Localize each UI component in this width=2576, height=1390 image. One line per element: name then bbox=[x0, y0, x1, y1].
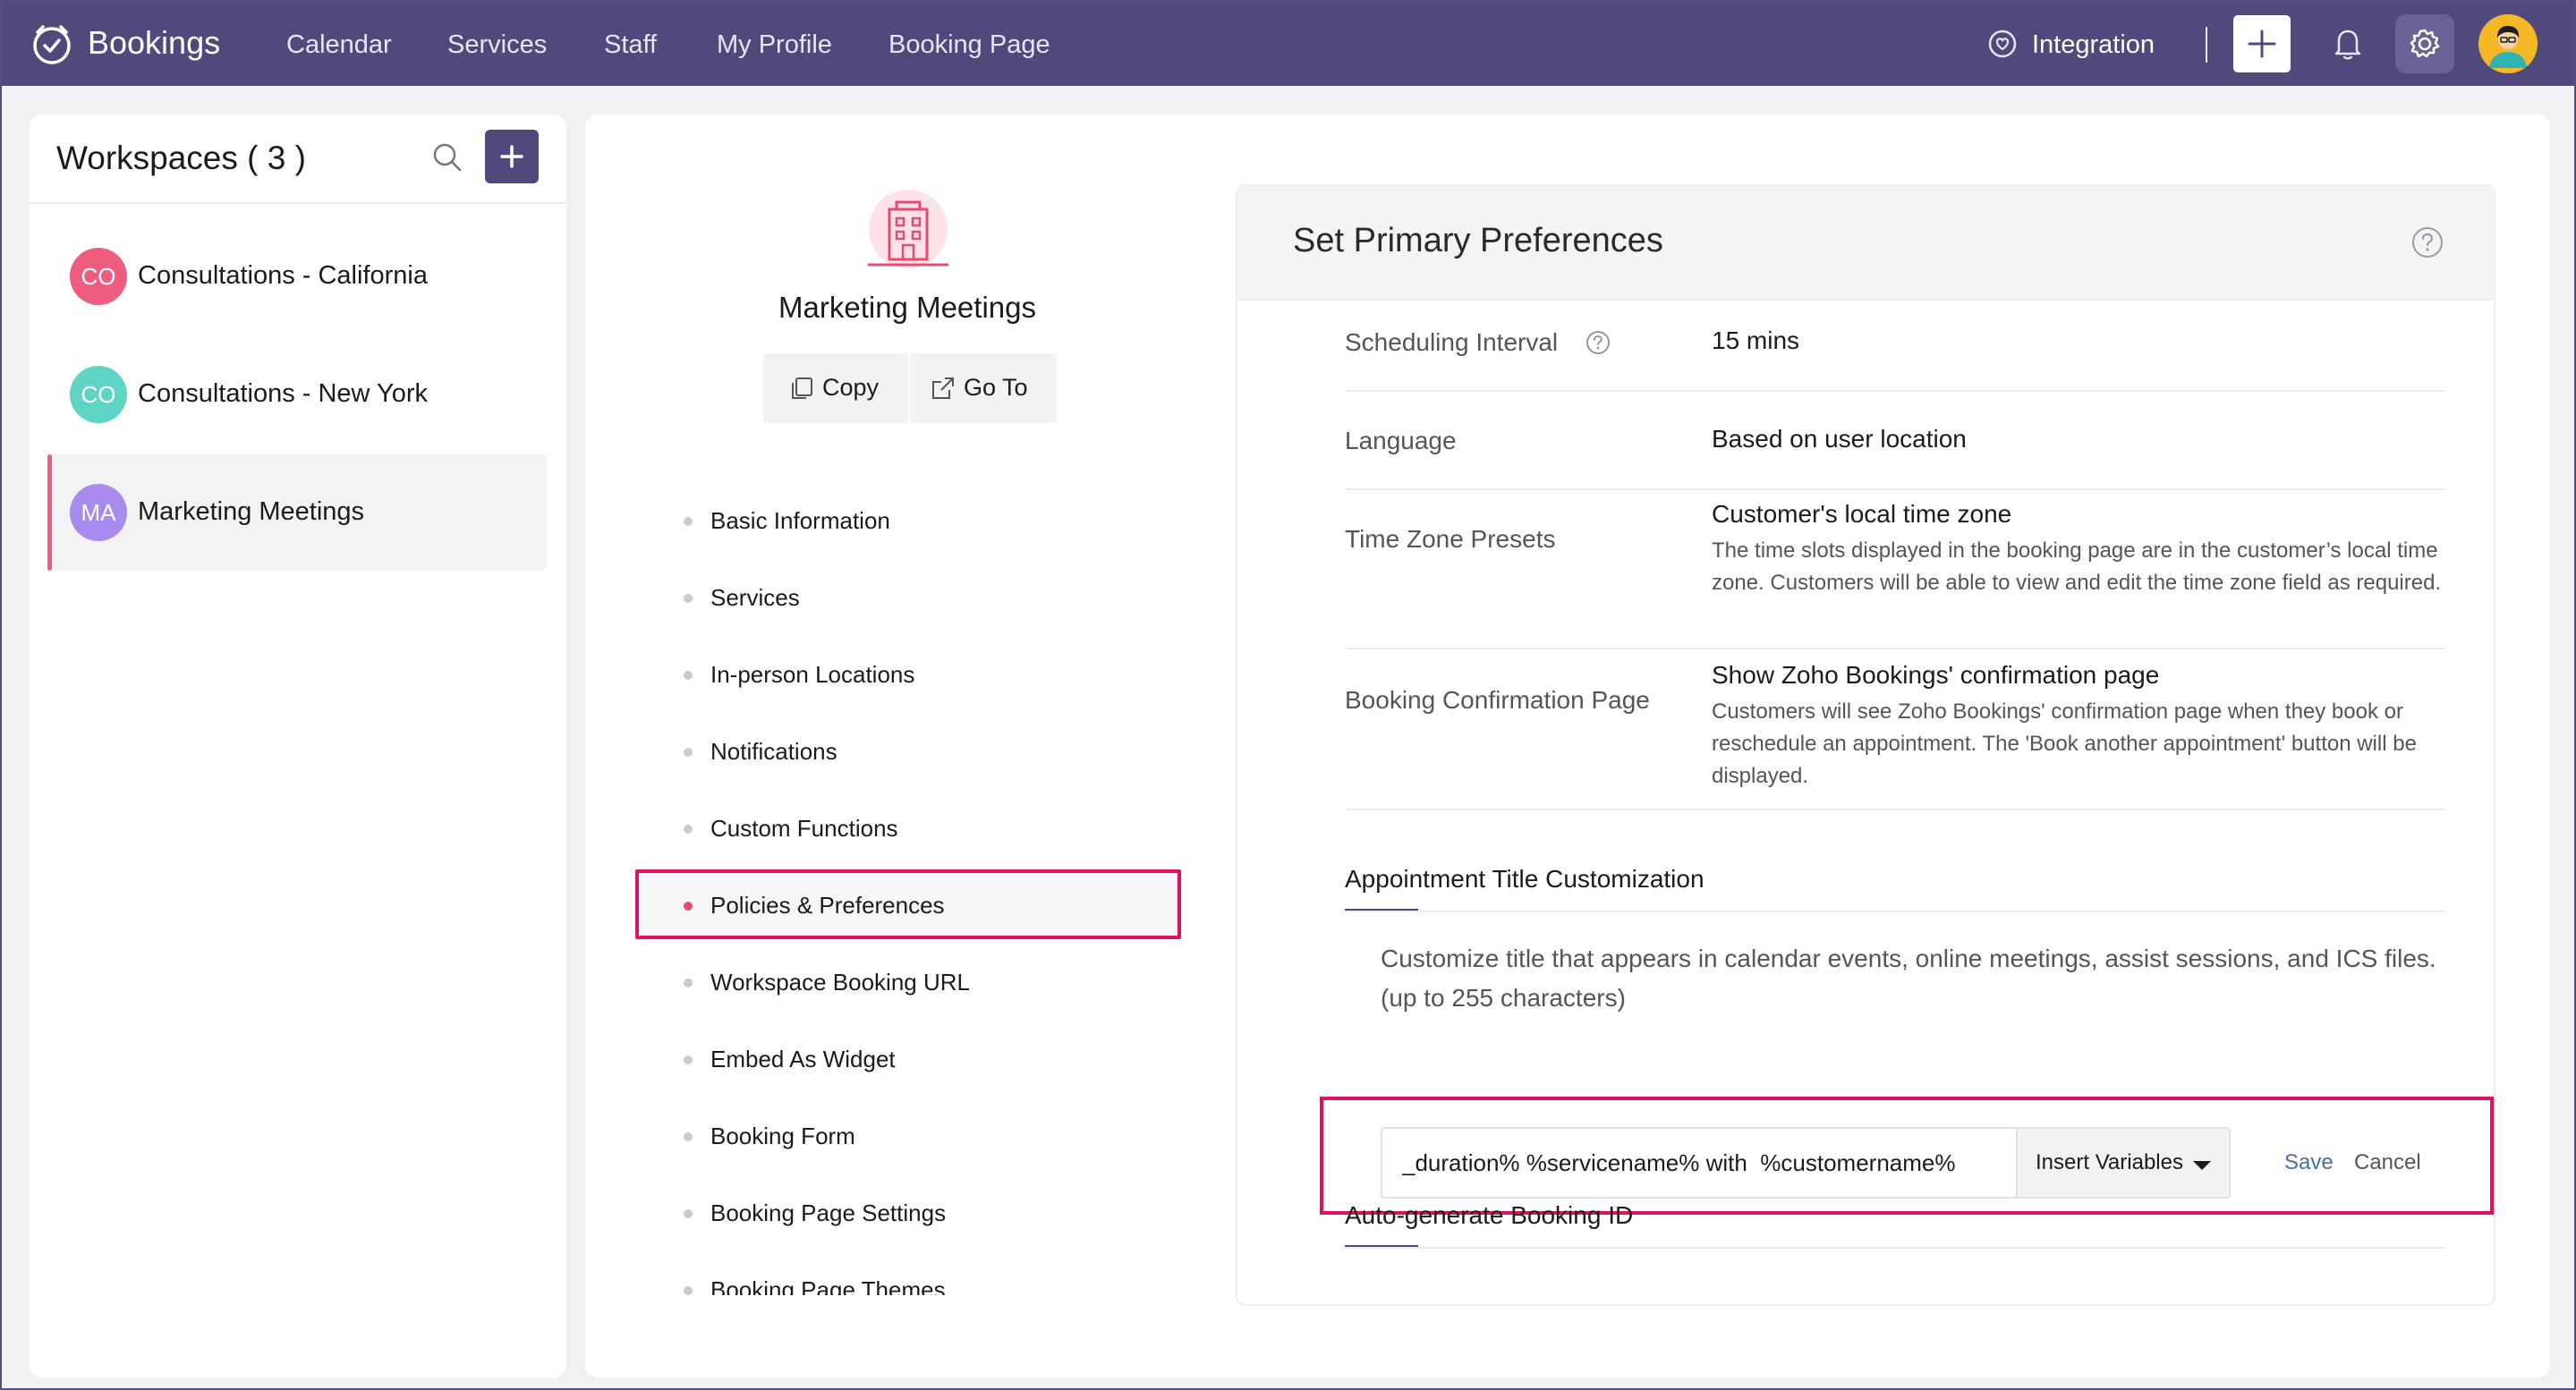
external-link-icon bbox=[932, 377, 954, 399]
bullet-icon bbox=[684, 825, 693, 834]
card-header: Set Primary Preferences bbox=[1237, 186, 2494, 299]
booking-confirmation-page-description: Customers will see Zoho Bookings' confir… bbox=[1712, 699, 2417, 788]
copy-button[interactable]: Copy bbox=[763, 353, 908, 423]
building-icon bbox=[868, 190, 948, 268]
workspace-item-consultations-new-york[interactable]: CO Consultations - New York bbox=[49, 336, 547, 453]
row-divider bbox=[1345, 648, 2445, 649]
user-avatar[interactable] bbox=[2478, 14, 2538, 73]
appointment-title-heading: Appointment Title Customization bbox=[1345, 865, 1705, 893]
menu-label: Booking Page Settings bbox=[710, 1199, 947, 1226]
card-title: Set Primary Preferences bbox=[1293, 222, 1663, 259]
help-icon[interactable] bbox=[1585, 329, 1611, 356]
nav-separator bbox=[2206, 27, 2207, 63]
menu-label: Services bbox=[710, 584, 800, 611]
panel-divider bbox=[30, 202, 566, 204]
scheduling-interval-label: Scheduling Interval bbox=[1345, 328, 1559, 356]
app-window: Bookings Calendar Services Staff My Prof… bbox=[0, 0, 2576, 1390]
time-zone-presets-description: The time slots displayed in the booking … bbox=[1712, 538, 2442, 595]
create-new-button[interactable] bbox=[2233, 15, 2291, 72]
nav-my-profile[interactable]: My Profile bbox=[717, 29, 832, 61]
menu-label: Embed As Widget bbox=[710, 1046, 896, 1072]
row-divider bbox=[1345, 390, 2445, 392]
workspace-item-marketing-meetings[interactable]: MA Marketing Meetings bbox=[47, 454, 547, 571]
workspace-badge: MA bbox=[70, 484, 127, 541]
save-button[interactable]: Save bbox=[2284, 1147, 2334, 1179]
bullet-icon bbox=[684, 594, 693, 603]
top-navigation-bar: Bookings Calendar Services Staff My Prof… bbox=[2, 2, 2574, 86]
workspace-name: Consultations - New York bbox=[138, 379, 428, 408]
insert-variables-dropdown[interactable]: Insert Variables bbox=[2016, 1127, 2231, 1199]
plus-icon bbox=[500, 145, 523, 168]
section-divider bbox=[1345, 1247, 2445, 1249]
go-to-button[interactable]: Go To bbox=[910, 353, 1057, 423]
menu-label: Booking Form bbox=[710, 1123, 855, 1149]
active-indicator bbox=[47, 454, 52, 571]
integration-icon[interactable] bbox=[1987, 29, 2018, 59]
bullet-icon bbox=[684, 979, 693, 987]
brand-name[interactable]: Bookings bbox=[88, 23, 220, 63]
insert-variables-label: Insert Variables bbox=[2036, 1150, 2183, 1174]
bookings-logo-icon[interactable] bbox=[29, 21, 75, 67]
add-workspace-button[interactable] bbox=[485, 130, 539, 183]
bell-icon[interactable] bbox=[2332, 26, 2364, 62]
workspace-badge: CO bbox=[70, 248, 127, 305]
caret-down-icon bbox=[2193, 1161, 2211, 1170]
workspaces-panel: Workspaces ( 3 ) CO Consultations - Cali… bbox=[30, 114, 566, 1377]
card-header-divider bbox=[1237, 299, 2494, 301]
workspace-name: Consultations - California bbox=[138, 261, 428, 290]
scheduling-interval-value[interactable]: 15 mins bbox=[1712, 324, 1799, 358]
help-icon[interactable] bbox=[2410, 225, 2444, 259]
bullet-icon bbox=[684, 1132, 693, 1141]
menu-label: Policies & Preferences bbox=[710, 892, 945, 919]
menu-label: Basic Information bbox=[710, 507, 890, 534]
bullet-icon bbox=[684, 1286, 693, 1295]
workspace-item-consultations-california[interactable]: CO Consultations - California bbox=[49, 218, 547, 335]
appointment-title-description: Customize title that appears in calendar… bbox=[1381, 945, 2436, 1012]
section-divider bbox=[1345, 911, 2445, 912]
row-divider bbox=[1345, 809, 2445, 810]
menu-label: Custom Functions bbox=[710, 815, 898, 842]
nav-staff[interactable]: Staff bbox=[604, 29, 657, 61]
time-zone-presets-label: Time Zone Presets bbox=[1345, 525, 1556, 553]
bullet-icon bbox=[684, 1055, 693, 1064]
copy-icon bbox=[792, 377, 812, 399]
booking-confirmation-page-value[interactable]: Show Zoho Bookings' confirmation page bbox=[1712, 658, 2159, 692]
search-icon[interactable] bbox=[429, 140, 465, 175]
nav-booking-page[interactable]: Booking Page bbox=[888, 29, 1050, 61]
workspace-actions: Copy Go To bbox=[763, 353, 1057, 423]
bullet-icon bbox=[684, 902, 693, 911]
menu-label: Workspace Booking URL bbox=[710, 969, 970, 996]
menu-label: In-person Locations bbox=[710, 661, 915, 688]
row-divider bbox=[1345, 488, 2445, 490]
workspace-settings-panel: Marketing Meetings Copy Go To Basic Info… bbox=[585, 114, 2550, 1377]
workspace-heading: Marketing Meetings bbox=[778, 291, 1036, 324]
user-avatar-icon bbox=[2480, 16, 2536, 72]
integration-link[interactable]: Integration bbox=[2032, 29, 2155, 61]
go-to-button-label: Go To bbox=[964, 374, 1028, 401]
language-label: Language bbox=[1345, 427, 1457, 454]
primary-preferences-card: Set Primary Preferences Scheduling Inter… bbox=[1236, 184, 2495, 1306]
settings-button[interactable] bbox=[2395, 14, 2454, 73]
gear-icon bbox=[2410, 29, 2440, 58]
copy-button-label: Copy bbox=[822, 374, 880, 401]
menu-scroll-clip bbox=[621, 1295, 1194, 1349]
time-zone-presets-value[interactable]: Customer's local time zone bbox=[1712, 497, 2011, 531]
booking-id-heading: Auto-generate Booking ID bbox=[1345, 1201, 1634, 1229]
bullet-icon bbox=[684, 671, 693, 680]
workspace-badge: CO bbox=[70, 366, 127, 423]
bullet-icon bbox=[684, 748, 693, 757]
bullet-icon bbox=[684, 517, 693, 526]
appointment-title-input[interactable] bbox=[1381, 1127, 2016, 1199]
bullet-icon bbox=[684, 1209, 693, 1218]
nav-services[interactable]: Services bbox=[447, 29, 547, 61]
workspace-name: Marketing Meetings bbox=[138, 497, 365, 526]
workspaces-title: Workspaces ( 3 ) bbox=[56, 140, 306, 176]
cancel-button[interactable]: Cancel bbox=[2354, 1147, 2421, 1179]
booking-confirmation-page-label: Booking Confirmation Page bbox=[1345, 686, 1650, 714]
language-value[interactable]: Based on user location bbox=[1712, 422, 1967, 456]
menu-label: Notifications bbox=[710, 738, 837, 765]
nav-calendar[interactable]: Calendar bbox=[286, 29, 392, 61]
plus-icon bbox=[2248, 30, 2276, 58]
